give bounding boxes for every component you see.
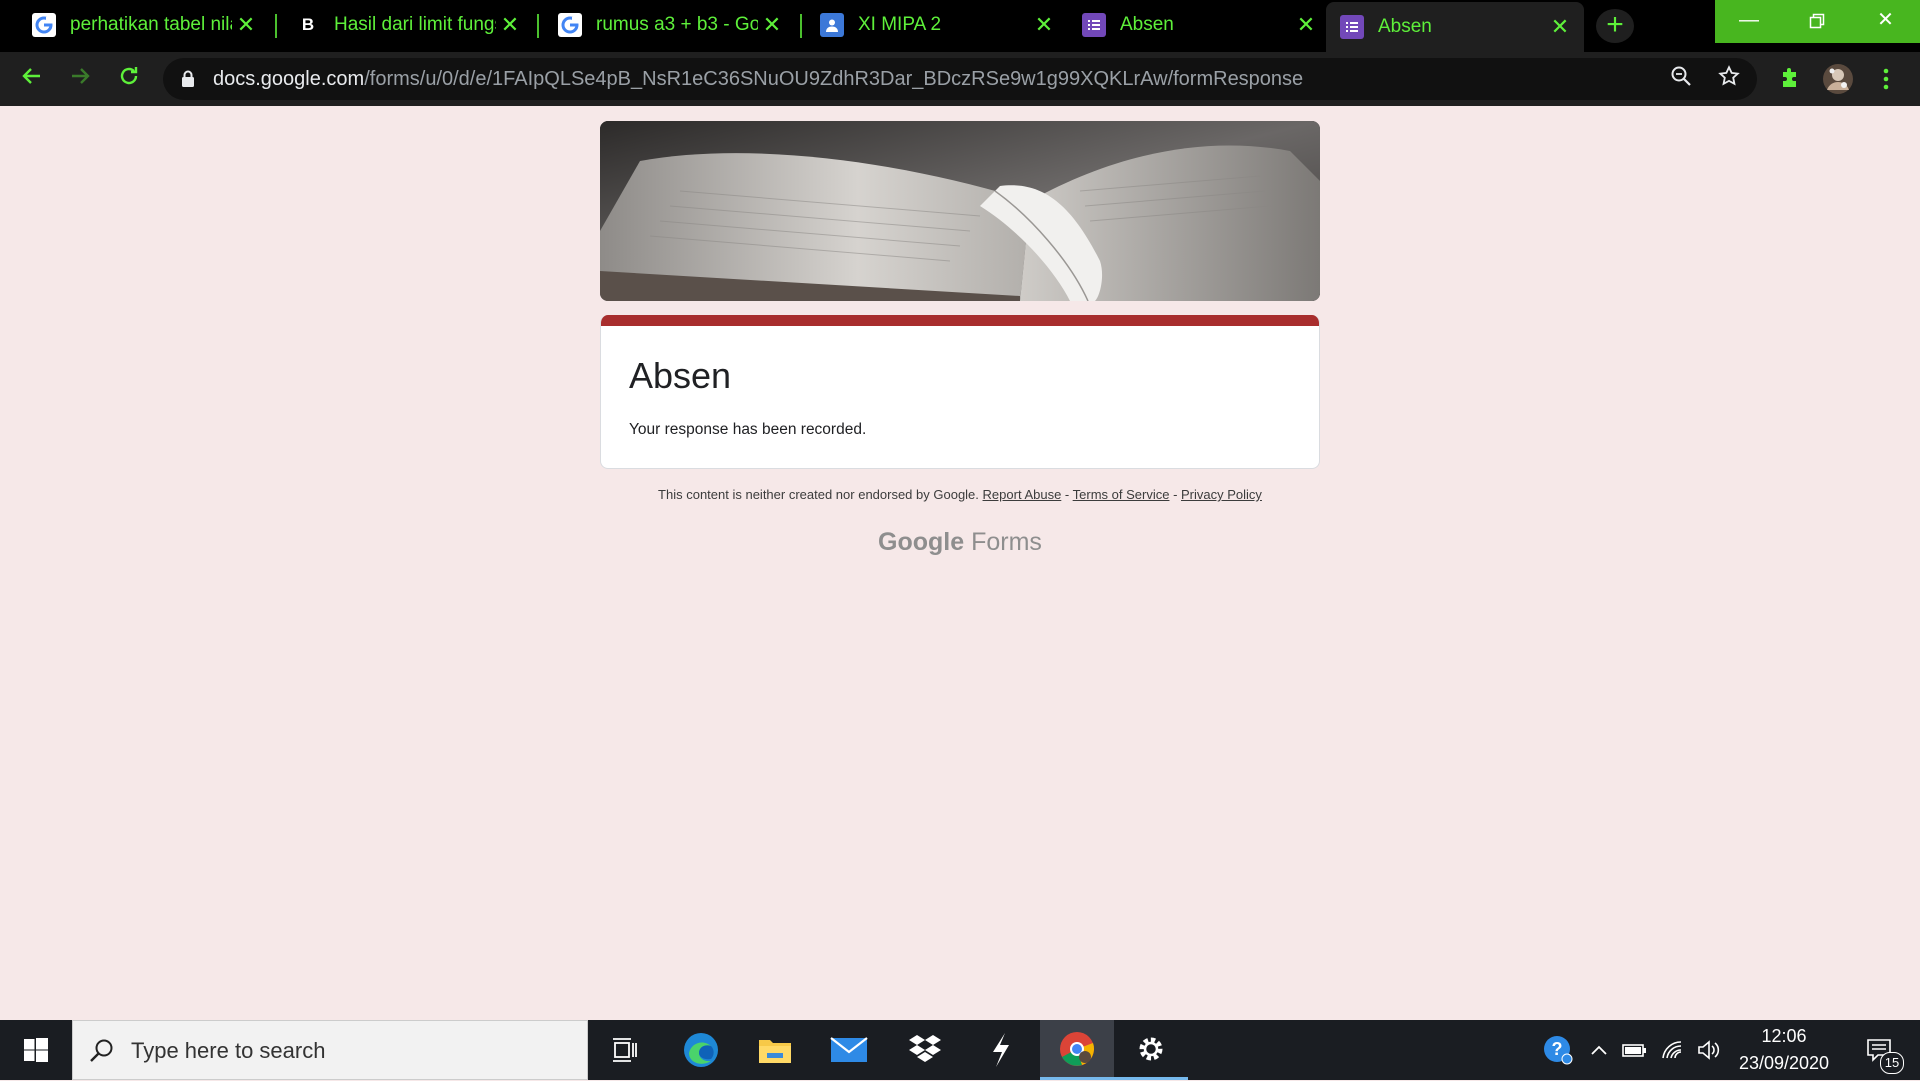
tab-xi-mipa[interactable]: XI MIPA 2 ✕ [806, 0, 1068, 50]
tab-absen-active[interactable]: Absen ✕ [1326, 2, 1584, 52]
url-text[interactable]: docs.google.com/forms/u/0/d/e/1FAIpQLSe4… [213, 58, 1303, 100]
tab-separator [275, 14, 277, 38]
tab-strip: perhatikan tabel nilai ✕ B Hasil dari li… [0, 0, 1920, 52]
logo-forms-text: Forms [971, 528, 1042, 556]
forward-arrow-icon [72, 68, 90, 84]
forward-button[interactable] [64, 63, 96, 95]
task-view-button[interactable] [588, 1020, 662, 1080]
svg-text:?: ? [1552, 1039, 1563, 1059]
dropbox-taskbar-icon[interactable] [888, 1020, 962, 1080]
close-tab-icon[interactable]: ✕ [758, 12, 786, 38]
gear-icon [1139, 1037, 1163, 1060]
notification-count-badge: 15 [1880, 1052, 1904, 1074]
url-host: docs.google.com [213, 68, 365, 90]
wifi-icon[interactable] [1656, 1020, 1690, 1080]
close-tab-icon[interactable]: ✕ [1546, 14, 1574, 40]
task-view-icon [613, 1038, 637, 1062]
tab-title: perhatikan tabel nilai [70, 14, 232, 35]
settings-taskbar-icon[interactable] [1114, 1020, 1188, 1080]
windows-taskbar: Type here to search ? 12:06 23/09/2020 1… [0, 1020, 1920, 1080]
url-path: /forms/u/0/d/e/1FAIpQLSe4pB_NsR1eC36SNuO… [364, 68, 1304, 90]
tab-separator [800, 14, 802, 38]
tab-title: Hasil dari limit fungsi [334, 14, 496, 35]
lightning-app-taskbar-icon[interactable] [964, 1020, 1038, 1080]
tab-absen-1[interactable]: Absen ✕ [1068, 0, 1330, 50]
card-theme-bar [601, 315, 1319, 326]
close-tab-icon[interactable]: ✕ [1030, 12, 1058, 38]
profile-avatar[interactable] [1822, 63, 1854, 95]
help-tray-icon[interactable]: ? [1536, 1020, 1580, 1080]
tab-title: Absen [1378, 16, 1432, 37]
logo-google-text: Google [878, 528, 965, 556]
file-explorer-taskbar-icon[interactable] [738, 1020, 812, 1080]
google-forms-icon [1340, 15, 1364, 39]
lock-icon[interactable] [181, 70, 195, 88]
browser-menu-icon[interactable] [1870, 63, 1902, 95]
restore-icon [1809, 13, 1825, 28]
tab-perhatikan[interactable]: perhatikan tabel nilai ✕ [18, 0, 270, 50]
terms-of-service-link[interactable]: Terms of Service [1073, 487, 1170, 502]
browser-toolbar: docs.google.com/forms/u/0/d/e/1FAIpQLSe4… [0, 52, 1920, 106]
confirmation-message: Your response has been recorded. [629, 421, 867, 438]
show-hidden-icons-chevron[interactable] [1582, 1020, 1616, 1080]
taskbar-search-box[interactable]: Type here to search [72, 1020, 588, 1080]
search-icon [90, 1039, 113, 1062]
tab-hasil-limit[interactable]: B Hasil dari limit fungsi ✕ [282, 0, 534, 50]
new-tab-button[interactable]: + [1596, 9, 1634, 43]
windows-logo-icon [24, 1038, 48, 1062]
tab-separator [537, 14, 539, 38]
edge-taskbar-icon[interactable] [664, 1020, 738, 1080]
form-title: Absen [629, 355, 732, 396]
clock-time: 12:06 [1761, 1026, 1807, 1046]
mail-taskbar-icon[interactable] [812, 1020, 886, 1080]
taskbar-clock[interactable]: 12:06 23/09/2020 [1724, 1020, 1844, 1080]
close-tab-icon[interactable]: ✕ [232, 12, 260, 38]
tab-rumus[interactable]: rumus a3 + b3 - Goo ✕ [544, 0, 796, 50]
disclaimer-text: This content is neither created nor endo… [658, 487, 979, 502]
close-window-button[interactable]: ✕ [1851, 0, 1920, 43]
close-tab-icon[interactable]: ✕ [1292, 12, 1320, 38]
chrome-taskbar-icon[interactable] [1040, 1020, 1114, 1080]
classroom-contact-icon [820, 13, 844, 37]
separator: - [1061, 487, 1073, 502]
google-forms-icon [1082, 13, 1106, 37]
reload-icon [120, 67, 138, 85]
open-book-quill-image [600, 121, 1320, 301]
google-g-icon [558, 13, 582, 37]
minimize-button[interactable]: — [1715, 0, 1783, 43]
volume-icon[interactable] [1692, 1020, 1726, 1080]
google-forms-logo[interactable]: Google Forms [600, 528, 1320, 557]
restore-button[interactable] [1783, 0, 1851, 43]
clock-date: 23/09/2020 [1738, 1053, 1830, 1073]
action-center-button[interactable]: 15 [1854, 1020, 1904, 1080]
extensions-puzzle-icon[interactable] [1774, 63, 1806, 95]
bookmark-star-icon[interactable] [1715, 65, 1743, 93]
search-placeholder: Type here to search [131, 1038, 326, 1063]
close-tab-icon[interactable]: ✕ [496, 12, 524, 38]
privacy-policy-link[interactable]: Privacy Policy [1181, 487, 1262, 502]
tab-title: Absen [1120, 14, 1174, 35]
confirmation-card: Absen Your response has been recorded. [600, 315, 1320, 469]
back-arrow-icon [22, 68, 40, 84]
report-abuse-link[interactable]: Report Abuse [983, 487, 1062, 502]
footer-disclaimer: This content is neither created nor endo… [600, 487, 1320, 502]
form-header-image [600, 121, 1320, 301]
zoom-icon[interactable] [1667, 65, 1695, 93]
back-button[interactable] [16, 63, 48, 95]
start-button[interactable] [0, 1020, 72, 1080]
tab-title: rumus a3 + b3 - Goo [596, 14, 758, 35]
battery-icon[interactable] [1618, 1020, 1652, 1080]
tab-title: XI MIPA 2 [858, 14, 942, 35]
brainly-b-icon: B [296, 13, 320, 37]
address-bar[interactable]: docs.google.com/forms/u/0/d/e/1FAIpQLSe4… [163, 58, 1757, 100]
google-g-icon [32, 13, 56, 37]
reload-button[interactable] [113, 63, 145, 95]
separator: - [1169, 487, 1182, 502]
